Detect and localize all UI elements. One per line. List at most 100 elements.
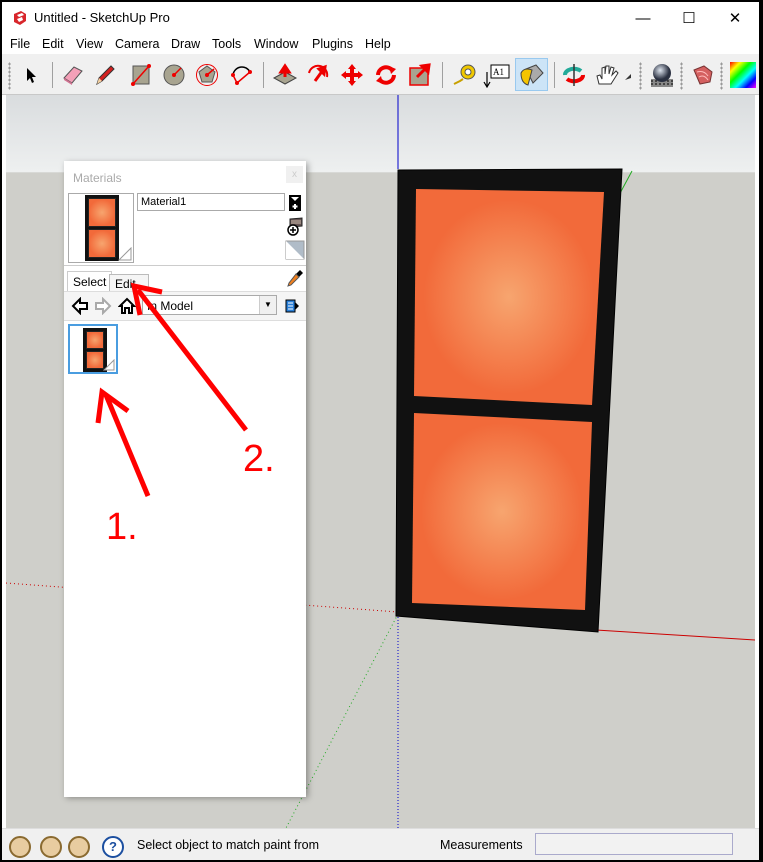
materials-nav-row: In Model ▼ [64,291,306,320]
details-button[interactable] [282,296,302,316]
circle-icon [163,64,185,86]
rotate-icon [376,65,396,85]
back-button[interactable] [70,296,90,316]
back-arrow-icon [71,297,88,315]
line-tool-button[interactable] [90,60,120,90]
title-bar: Untitled - SketchUp Pro — ☐ ✕ [2,2,759,34]
pencil-icon [96,65,115,86]
sketchup-window: Untitled - SketchUp Pro — ☐ ✕ File Edit … [2,2,759,860]
move-tool-button[interactable] [337,60,367,90]
tape-measure-icon [453,64,476,85]
maximize-button[interactable]: ☐ [666,2,712,34]
materials-panel-title: Materials [73,171,122,185]
menu-plugins[interactable]: Plugins [312,37,353,51]
select-tab[interactable]: Select [67,271,113,291]
orbit-tool-button[interactable] [559,60,589,90]
material-thumbnail[interactable] [68,324,118,374]
materials-list [64,320,306,797]
eraser-icon [63,66,83,85]
toolbar-separator [263,62,264,88]
status-bar: ? Select object to match paint from Meas… [2,828,759,860]
create-material-button[interactable] [285,216,305,236]
material-preview-swatch [85,195,119,261]
geo-location-icon[interactable] [9,836,31,858]
toolbar-separator [52,62,53,88]
menu-window[interactable]: Window [254,37,298,51]
material-name-input[interactable]: Material1 [137,193,285,211]
default-material-button[interactable] [285,240,305,260]
paint-bucket-tool-button[interactable] [515,58,548,91]
chevron-down-icon: ▼ [259,296,276,314]
sample-paint-button[interactable] [285,268,305,288]
rectangle-tool-button[interactable] [126,60,156,90]
forward-arrow-icon [95,297,112,315]
select-tool-button[interactable] [16,60,46,90]
polygon-icon [196,64,218,86]
home-button[interactable] [117,296,137,316]
close-button[interactable]: ✕ [712,2,758,34]
render-tool-button[interactable] [647,60,677,90]
menu-help[interactable]: Help [365,37,391,51]
circle-tool-button[interactable] [159,60,189,90]
measurements-label: Measurements [440,838,523,852]
window-title: Untitled - SketchUp Pro [34,10,170,25]
menu-file[interactable]: File [10,37,30,51]
red-axis [595,629,755,641]
follow-me-icon [308,64,329,82]
paint-bucket-icon [519,63,544,86]
help-icon[interactable]: ? [102,836,124,858]
toolbar-grip[interactable] [639,62,642,90]
eraser-tool-button[interactable] [58,60,88,90]
3d-viewport[interactable]: Materials x Material1 Select Edit In Mod… [6,95,755,828]
toolbar-separator [442,62,443,88]
pan-tool-button[interactable] [593,60,623,90]
terrain-icon [693,65,713,85]
overflow-chevron-icon [625,74,631,80]
toolbar-grip[interactable] [720,62,723,90]
svg-text:A1: A1 [493,67,504,77]
menu-bar: File Edit View Camera Draw Tools Window … [2,34,759,54]
hand-icon [596,65,619,85]
polygon-tool-button[interactable] [192,60,222,90]
sketchup-logo-icon [14,11,26,25]
arc-tool-button[interactable] [226,60,256,90]
move-icon [341,64,363,86]
menu-view[interactable]: View [76,37,103,51]
text-icon: A1 [483,64,510,88]
menu-edit[interactable]: Edit [42,37,64,51]
toolbar-overflow[interactable] [622,60,634,90]
status-hint: Select object to match paint from [137,838,320,852]
menu-tools[interactable]: Tools [212,37,241,51]
default-corner-icon [103,359,115,371]
toolbar-grip[interactable] [8,62,11,90]
collection-dropdown[interactable]: In Model ▼ [142,295,277,315]
color-tool-button[interactable] [728,60,758,90]
rotate-tool-button[interactable] [371,60,401,90]
display-secondary-pane-button[interactable] [285,193,305,213]
follow-me-tool-button[interactable] [303,60,333,90]
eyedropper-icon [287,270,303,287]
credits-icon[interactable] [40,836,62,858]
edit-tab[interactable]: Edit [109,274,149,292]
main-toolbar: A1 [2,54,759,95]
details-arrow-icon [285,299,299,313]
minimize-button[interactable]: — [620,2,666,34]
toolbar-grip[interactable] [680,62,683,90]
secondary-pane-icon [289,195,301,211]
push-pull-tool-button[interactable] [270,60,300,90]
sandbox-tool-button[interactable] [688,60,718,90]
default-corner-icon [118,247,132,261]
rectangle-icon [131,64,151,86]
text-tool-button[interactable]: A1 [482,60,512,90]
glass-pane-top [414,189,604,405]
signin-icon[interactable] [68,836,90,858]
tape-measure-tool-button[interactable] [449,60,479,90]
measurements-input[interactable] [535,833,733,855]
menu-camera[interactable]: Camera [115,37,159,51]
sphere-icon [651,64,673,87]
scale-tool-button[interactable] [405,60,435,90]
forward-button[interactable] [93,296,113,316]
menu-draw[interactable]: Draw [171,37,200,51]
materials-panel-close-button[interactable]: x [286,166,303,183]
create-material-icon [287,217,303,236]
